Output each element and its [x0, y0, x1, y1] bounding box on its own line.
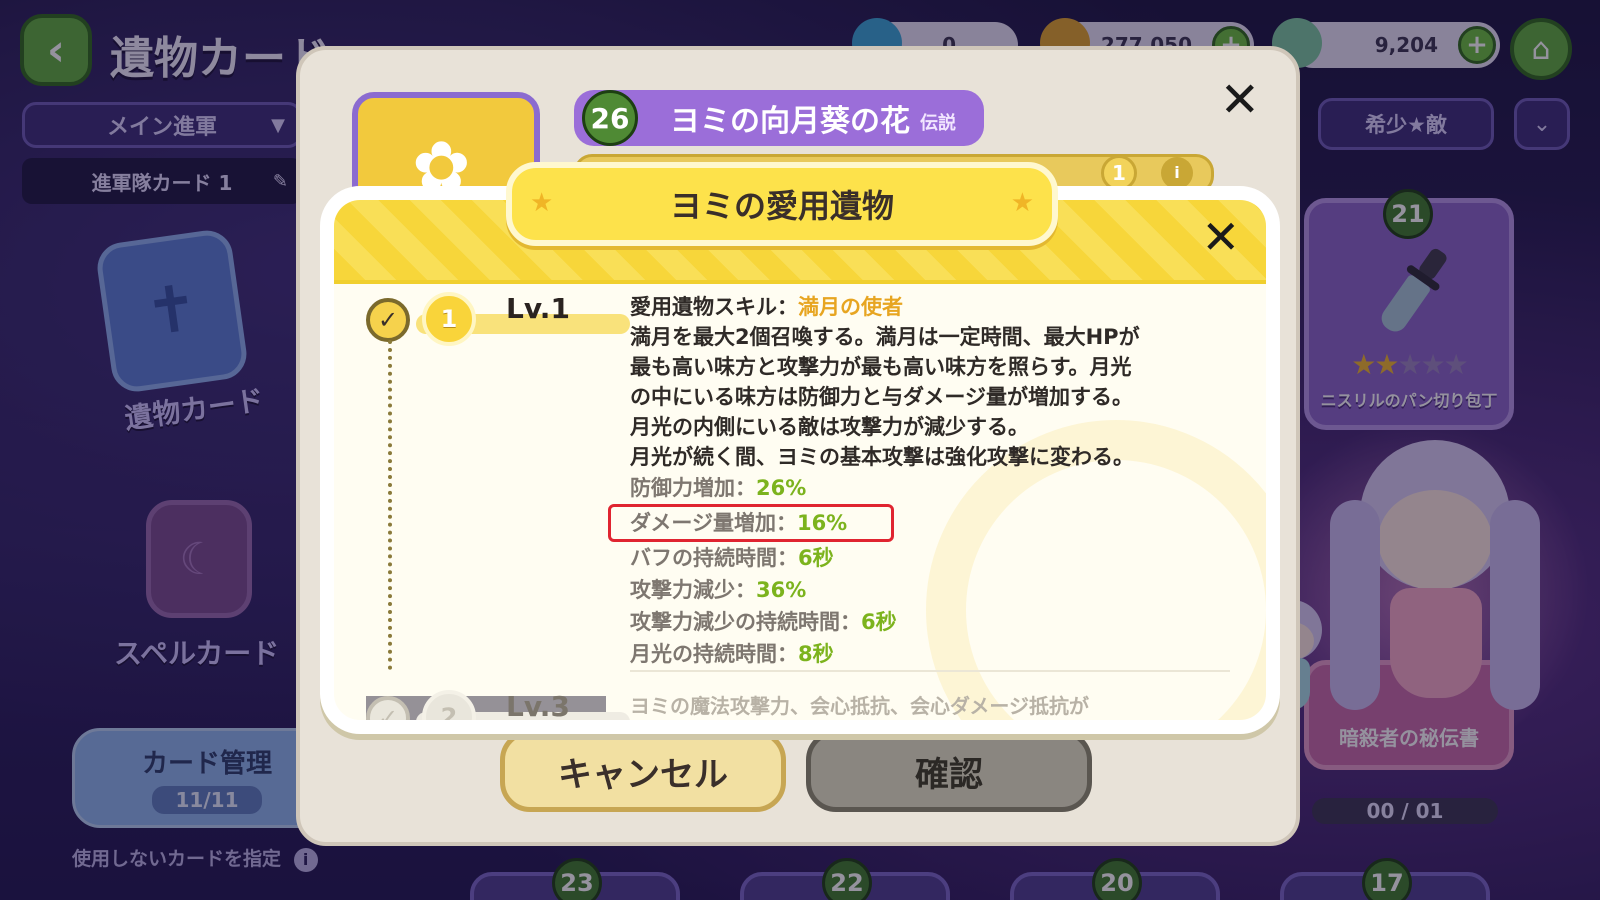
- stat-value: 8秒: [798, 642, 834, 666]
- level-badge: 26: [582, 90, 638, 146]
- favorite-relic-modal: ✕ ✓ 1 Lv.1 ✓ 2 Lv.3 愛用遺物スキル：満月の使者 満月を最大2…: [320, 186, 1280, 734]
- stat-label: ダメージ量増加：: [630, 511, 797, 535]
- level-coin: 2: [422, 690, 476, 720]
- close-icon[interactable]: ✕: [1201, 210, 1240, 264]
- modal-title-plate: ★ ヨミの愛用遺物 ★: [506, 162, 1058, 246]
- stat-label: 攻撃力減少の持続時間：: [630, 610, 861, 634]
- cancel-button[interactable]: キャンセル: [500, 730, 786, 812]
- stat-value: 36%: [756, 578, 807, 602]
- level-row-3[interactable]: ✓ 2 Lv.3: [366, 690, 630, 720]
- stat-attack-down-duration: 攻撃力減少の持続時間： 6秒: [630, 606, 1230, 638]
- modal-title: ヨミの愛用遺物: [669, 187, 894, 225]
- check-icon: ✓: [366, 298, 410, 342]
- stat-label: 月光の持続時間：: [630, 642, 798, 666]
- skill-key: 愛用遺物スキル：: [630, 295, 798, 319]
- stat-damage-up: ダメージ量増加： 16%: [608, 504, 894, 542]
- close-icon[interactable]: ✕: [1220, 72, 1260, 128]
- skill-description: 満月を最大2個召喚する。満月は一定時間、最大HPが 最も高い味方と攻撃力が最も高…: [630, 322, 1230, 472]
- check-icon: ✓: [366, 696, 410, 720]
- level-coin: 1: [422, 292, 476, 346]
- stat-moonlight-duration: 月光の持続時間： 8秒: [630, 638, 1230, 670]
- rarity-label: 伝説: [920, 113, 956, 134]
- description-line: 最も高い味方と攻撃力が最も高い味方を照らす。月光: [630, 355, 1132, 379]
- stat-defense-up: 防御力増加： 26%: [630, 472, 1230, 504]
- stat-value: 6秒: [861, 610, 897, 634]
- divider: [630, 670, 1230, 672]
- description-line: 月光の内側にいる敵は攻撃力が減少する。: [630, 415, 1029, 439]
- stat-label: 攻撃力減少：: [630, 578, 756, 602]
- skill-content: 愛用遺物スキル：満月の使者 満月を最大2個召喚する。満月は一定時間、最大HPが …: [608, 292, 1230, 670]
- level-label: Lv.1: [506, 292, 570, 325]
- stat-label: 防御力増加：: [630, 476, 756, 500]
- star-icon: ★: [1010, 188, 1034, 218]
- skill-line: 愛用遺物スキル：満月の使者: [630, 292, 1230, 322]
- stat-value: 16%: [796, 511, 848, 535]
- confirm-button[interactable]: 確認: [806, 730, 1092, 812]
- skill-name: 満月の使者: [798, 295, 903, 319]
- stat-label: バフの持続時間：: [630, 546, 798, 570]
- description-line: 月光が続く間、ヨミの基本攻撃は強化攻撃に変わる。: [630, 445, 1134, 469]
- star-icon: ★: [530, 188, 554, 218]
- stat-value: 26%: [756, 476, 807, 500]
- description-line: 満月を最大2個召喚する。満月は一定時間、最大HPが: [630, 325, 1140, 349]
- stat-value: 6秒: [798, 546, 834, 570]
- stat-buff-duration: バフの持続時間： 6秒: [630, 542, 1230, 574]
- next-level-text: ヨミの魔法攻撃力、会心抵抗、会心ダメージ抵抗が: [630, 694, 1089, 718]
- level-row-1[interactable]: ✓ 1 Lv.1: [366, 292, 630, 348]
- description-line: の中にいる味方は防御力と与ダメージ量が増加する。: [630, 385, 1133, 409]
- relic-title: ヨミの向月葵の花: [670, 104, 910, 139]
- timeline-dots: [388, 340, 392, 670]
- level-label: Lv.3: [506, 690, 570, 723]
- stat-attack-down: 攻撃力減少： 36%: [630, 574, 1230, 606]
- info-icon[interactable]: i: [1161, 157, 1193, 189]
